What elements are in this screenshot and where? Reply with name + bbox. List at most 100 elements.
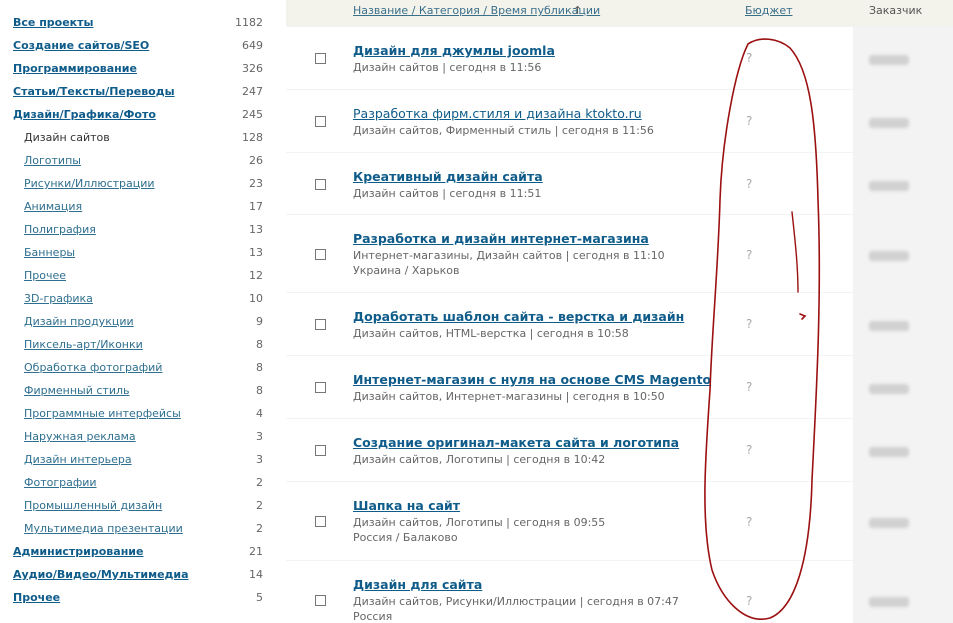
sidebar-category-item[interactable]: Обработка фотографий 8	[24, 359, 263, 377]
project-title-link[interactable]: Дизайн для сайта	[353, 577, 482, 592]
client-cell	[853, 293, 953, 355]
sidebar-category-label[interactable]: Прочее	[24, 269, 66, 282]
sidebar-category-count: 10	[249, 292, 263, 305]
sidebar-category-count: 8	[256, 361, 263, 374]
client-cell	[853, 215, 953, 292]
sidebar-category-item[interactable]: 3D-графика 10	[24, 290, 263, 308]
sidebar-category-item[interactable]: Полиграфия 13	[24, 221, 263, 239]
row-select-checkbox[interactable]	[315, 382, 326, 393]
sidebar-category-label[interactable]: Дизайн/Графика/Фото	[13, 108, 156, 121]
project-title-link[interactable]: Дизайн для джумлы joomla	[353, 43, 555, 58]
sort-by-budget-link[interactable]: Бюджет	[745, 4, 793, 17]
row-select-checkbox[interactable]	[315, 116, 326, 127]
table-row: Дизайн для сайта Дизайн сайтов, Рисунки/И…	[286, 561, 953, 623]
client-name-blurred[interactable]	[869, 447, 909, 457]
project-title-link[interactable]: Создание оригинал-макета сайта и логотип…	[353, 435, 679, 450]
sidebar-category-label[interactable]: Полиграфия	[24, 223, 96, 236]
row-select-checkbox[interactable]	[315, 516, 326, 527]
sidebar-category-label[interactable]: Рисунки/Иллюстрации	[24, 177, 155, 190]
sidebar-category-item[interactable]: Программные интерфейсы 4	[24, 405, 263, 423]
sort-by-title-link[interactable]: Название / Категория / Время публикации	[353, 4, 600, 17]
sidebar-category-label[interactable]: Создание сайтов/SEO	[13, 39, 149, 52]
sidebar-category-item[interactable]: Дизайн продукции 9	[24, 313, 263, 331]
client-name-blurred[interactable]	[869, 118, 909, 128]
sidebar-category-item[interactable]: Администрирование 21	[13, 543, 263, 561]
sidebar-category-item[interactable]: Логотипы 26	[24, 152, 263, 170]
sidebar-category-label[interactable]: Все проекты	[13, 16, 93, 29]
sidebar-category-label: Дизайн сайтов	[24, 131, 110, 144]
project-meta: Дизайн сайтов, HTML-верстка | сегодня в …	[353, 327, 629, 340]
sidebar-category-label[interactable]: Администрирование	[13, 545, 143, 558]
project-title-link[interactable]: Шапка на сайт	[353, 498, 460, 513]
sidebar-category-item[interactable]: Прочее 12	[24, 267, 263, 285]
project-title-link[interactable]: Креативный дизайн сайта	[353, 169, 543, 184]
sidebar-category-item[interactable]: Прочее 5	[13, 589, 263, 607]
sidebar-category-item[interactable]: Создание сайтов/SEO 649	[13, 37, 263, 55]
project-budget: ?	[746, 248, 753, 262]
sidebar-category-label[interactable]: 3D-графика	[24, 292, 93, 305]
row-select-checkbox[interactable]	[315, 53, 326, 64]
sidebar-category-item[interactable]: Фирменный стиль 8	[24, 382, 263, 400]
sidebar-category-label[interactable]: Логотипы	[24, 154, 81, 167]
sidebar-category-item[interactable]: Пиксель-арт/Иконки 8	[24, 336, 263, 354]
sidebar-category-label[interactable]: Анимация	[24, 200, 82, 213]
sidebar-category-item[interactable]: Дизайн/Графика/Фото 245	[13, 106, 263, 124]
sidebar-category-item[interactable]: Баннеры 13	[24, 244, 263, 262]
project-title-link[interactable]: Разработка фирм.стиля и дизайна ktokto.r…	[353, 106, 642, 121]
sidebar-category-label[interactable]: Программные интерфейсы	[24, 407, 181, 420]
row-select-checkbox[interactable]	[315, 179, 326, 190]
sidebar-category-item[interactable]: Фотографии 2	[24, 474, 263, 492]
sidebar-category-count: 17	[249, 200, 263, 213]
sidebar-category-label[interactable]: Фирменный стиль	[24, 384, 130, 397]
sidebar-category-label[interactable]: Программирование	[13, 62, 137, 75]
client-name-blurred[interactable]	[869, 321, 909, 331]
sidebar-category-item[interactable]: Статьи/Тексты/Переводы 247	[13, 83, 263, 101]
sidebar-category-label[interactable]: Пиксель-арт/Иконки	[24, 338, 143, 351]
sidebar-category-count: 3	[256, 453, 263, 466]
project-title-link[interactable]: Разработка и дизайн интернет-магазина	[353, 231, 649, 246]
client-name-blurred[interactable]	[869, 518, 909, 528]
project-meta: Дизайн сайтов, Интернет-магазины | сегод…	[353, 390, 665, 403]
sidebar-category-label[interactable]: Аудио/Видео/Мультимедиа	[13, 568, 189, 581]
table-row: Дизайн для джумлы joomla Дизайн сайтов | …	[286, 27, 953, 89]
sidebar-category-label[interactable]: Баннеры	[24, 246, 75, 259]
sidebar-category-count: 2	[256, 522, 263, 535]
sidebar-category-label[interactable]: Фотографии	[24, 476, 97, 489]
sidebar-category-count: 23	[249, 177, 263, 190]
client-name-blurred[interactable]	[869, 251, 909, 261]
client-name-blurred[interactable]	[869, 181, 909, 191]
project-budget: ?	[746, 594, 753, 608]
sidebar-category-count: 2	[256, 476, 263, 489]
sidebar-category-item[interactable]: Рисунки/Иллюстрации 23	[24, 175, 263, 193]
row-select-checkbox[interactable]	[315, 445, 326, 456]
client-name-blurred[interactable]	[869, 384, 909, 394]
sidebar-category-item[interactable]: Все проекты 1182	[13, 14, 263, 32]
sidebar-category-item[interactable]: Анимация 17	[24, 198, 263, 216]
sidebar-category-label[interactable]: Статьи/Тексты/Переводы	[13, 85, 175, 98]
sidebar-category-label[interactable]: Обработка фотографий	[24, 361, 162, 374]
sidebar-category-item[interactable]: Мультимедиа презентации 2	[24, 520, 263, 538]
client-name-blurred[interactable]	[869, 597, 909, 607]
row-select-checkbox[interactable]	[315, 319, 326, 330]
project-title-link[interactable]: Доработать шаблон сайта - верстка и диза…	[353, 309, 684, 324]
sidebar-category-label[interactable]: Прочее	[13, 591, 60, 604]
sidebar-category-item[interactable]: Аудио/Видео/Мультимедиа 14	[13, 566, 263, 584]
client-name-blurred[interactable]	[869, 55, 909, 65]
sidebar-category-item[interactable]: Программирование 326	[13, 60, 263, 78]
project-title-link[interactable]: Интернет-магазин с нуля на основе CMS Ma…	[353, 372, 711, 387]
client-cell	[853, 356, 953, 418]
sidebar-category-item[interactable]: Дизайн интерьера 3	[24, 451, 263, 469]
sidebar-category-label[interactable]: Наружная реклама	[24, 430, 136, 443]
sidebar-category-item[interactable]: Промышленный дизайн 2	[24, 497, 263, 515]
sidebar-category-label[interactable]: Дизайн интерьера	[24, 453, 132, 466]
row-select-checkbox[interactable]	[315, 249, 326, 260]
project-location: Украина / Харьков	[353, 264, 460, 277]
sidebar-category-item[interactable]: Наружная реклама 3	[24, 428, 263, 446]
sidebar-category-count: 8	[256, 338, 263, 351]
row-select-checkbox[interactable]	[315, 595, 326, 606]
sidebar-category-label[interactable]: Мультимедиа презентации	[24, 522, 183, 535]
sidebar-category-label[interactable]: Промышленный дизайн	[24, 499, 162, 512]
sidebar-category-count: 4	[256, 407, 263, 420]
sidebar-category-label[interactable]: Дизайн продукции	[24, 315, 134, 328]
client-cell	[853, 153, 953, 214]
